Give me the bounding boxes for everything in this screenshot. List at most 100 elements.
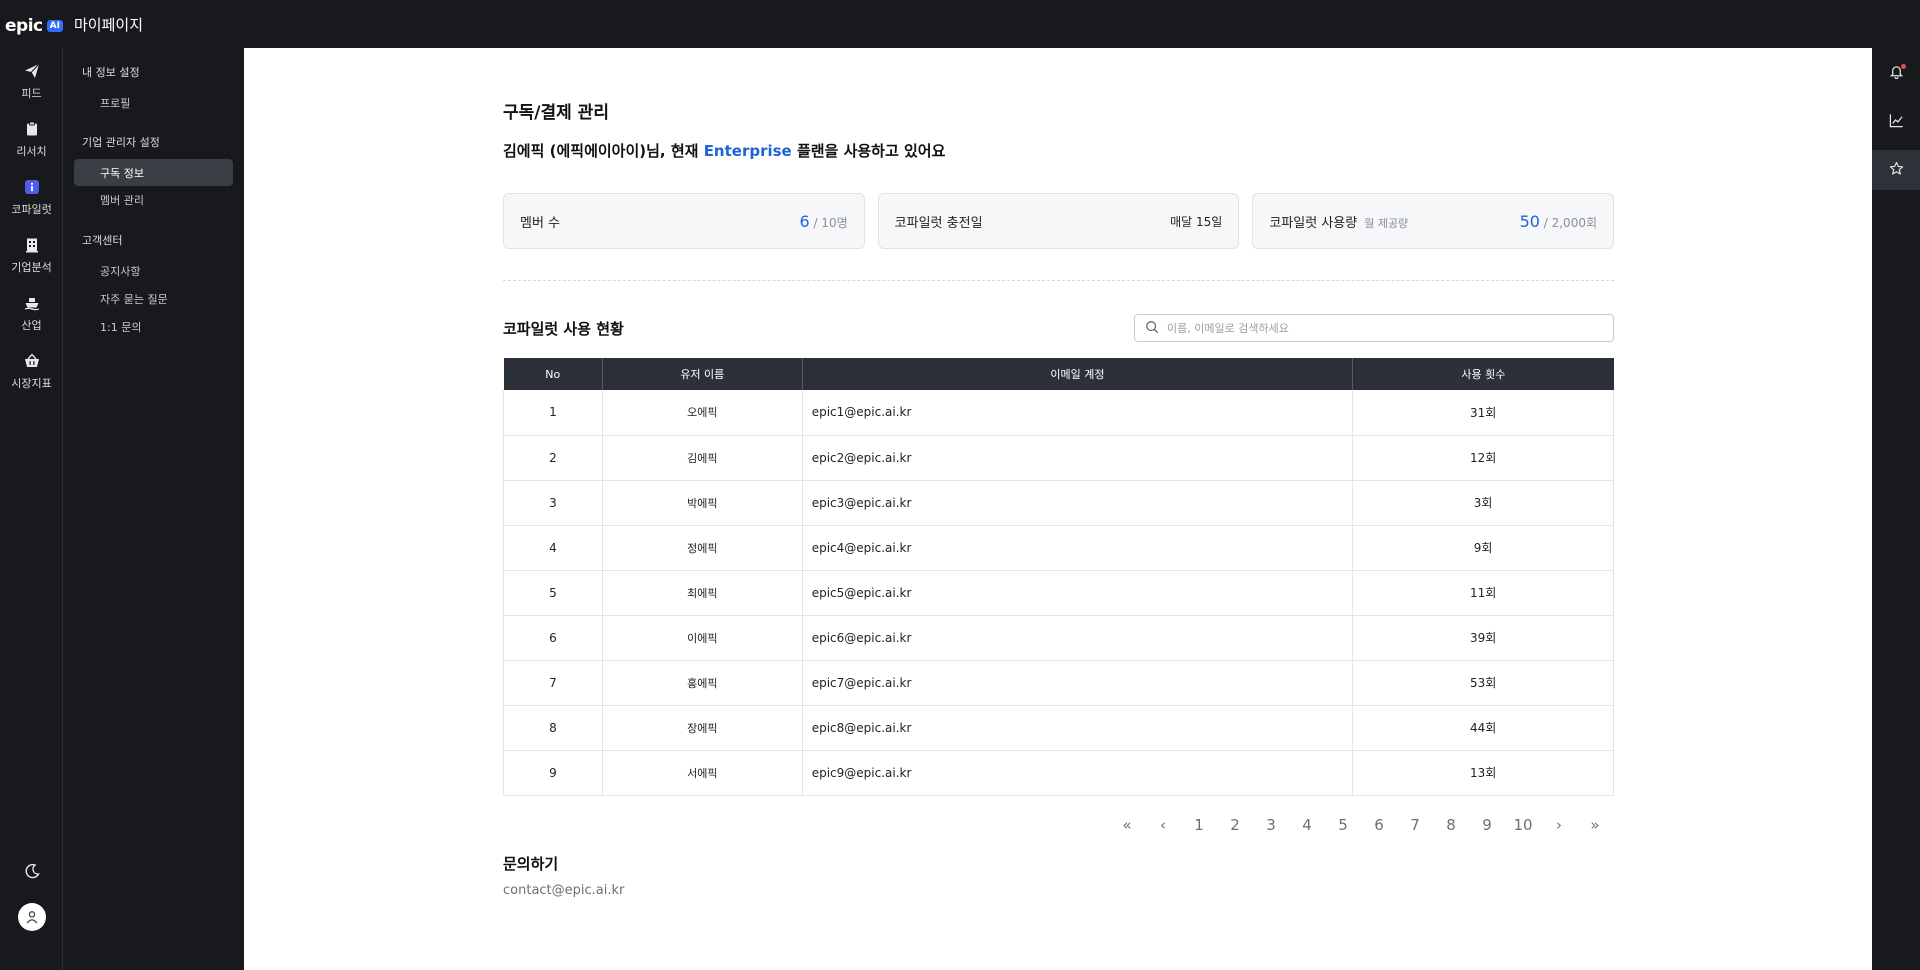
clipboard-icon: [23, 120, 41, 138]
sidebar-item-profile[interactable]: 프로필: [74, 89, 233, 116]
rail-item-company-analysis[interactable]: 기업분석: [0, 236, 63, 275]
card-value: 50 / 2,000회: [1520, 212, 1597, 231]
column-header-name[interactable]: 유저 이름: [602, 358, 803, 390]
paper-plane-icon: [23, 62, 41, 80]
contact-title: 문의하기: [503, 855, 559, 873]
search-box[interactable]: [1134, 314, 1614, 342]
table-row[interactable]: 8 장에픽 epic8@epic.ai.kr 44회: [503, 705, 1614, 751]
page-title: 구독/결제 관리: [503, 103, 609, 123]
page-button-5[interactable]: 5: [1325, 816, 1361, 834]
icon-rail: 피드 리서치 코파일럿 기업분석 산업 시장지표: [0, 48, 63, 970]
rail-item-copilot[interactable]: 코파일럿: [0, 178, 63, 217]
table-row[interactable]: 6 이에픽 epic6@epic.ai.kr 39회: [503, 615, 1614, 661]
rail-item-research[interactable]: 리서치: [0, 120, 63, 159]
page-button-2[interactable]: 2: [1217, 816, 1253, 834]
cell-no: 6: [503, 615, 603, 661]
summary-cards: 멤버 수 6 / 10명 코파일럿 충전일 매달 15일 코파일럿 사용량 월 제…: [503, 193, 1615, 249]
sidebar-item-members[interactable]: 멤버 관리: [74, 186, 233, 213]
basket-icon: [23, 352, 41, 370]
table-row[interactable]: 7 홍에픽 epic7@epic.ai.kr 53회: [503, 660, 1614, 706]
cell-count: 44회: [1352, 705, 1614, 751]
rail-item-industry[interactable]: 산업: [0, 294, 63, 333]
cell-name: 서에픽: [602, 750, 803, 796]
table-row[interactable]: 3 박에픽 epic3@epic.ai.kr 3회: [503, 480, 1614, 526]
member-count-card: 멤버 수 6 / 10명: [503, 193, 865, 249]
last-page-button[interactable]: »: [1577, 816, 1613, 834]
first-page-button[interactable]: «: [1109, 816, 1145, 834]
rail-label: 시장지표: [11, 377, 52, 390]
table-row[interactable]: 2 김에픽 epic2@epic.ai.kr 12회: [503, 435, 1614, 481]
page-button-10[interactable]: 10: [1505, 816, 1541, 834]
ship-icon: [23, 294, 41, 312]
right-rail: [1872, 48, 1920, 970]
cell-email: epic8@epic.ai.kr: [802, 705, 1354, 751]
chart-icon: [1889, 113, 1904, 132]
page-button-8[interactable]: 8: [1433, 816, 1469, 834]
cell-no: 5: [503, 570, 603, 616]
rail-label: 피드: [21, 87, 42, 100]
column-header-no[interactable]: No: [503, 358, 603, 390]
epic-ai-logo[interactable]: epic AI: [5, 16, 63, 36]
contact-email-link[interactable]: contact@epic.ai.kr: [503, 883, 624, 898]
card-sublabel: 월 제공량: [1364, 216, 1409, 230]
table-row[interactable]: 9 서에픽 epic9@epic.ai.kr 13회: [503, 750, 1614, 796]
notification-dot: [1901, 64, 1906, 69]
cell-no: 9: [503, 750, 603, 796]
cell-name: 박에픽: [602, 480, 803, 526]
prev-page-button[interactable]: ‹: [1145, 816, 1181, 834]
sidebar-item-subscription[interactable]: 구독 정보: [74, 159, 233, 186]
top-bar: epic AI 마이페이지: [0, 0, 1920, 48]
profile-button[interactable]: [0, 903, 63, 931]
card-label: 코파일럿 사용량: [1269, 215, 1358, 231]
cell-no: 7: [503, 660, 603, 706]
member-limit: / 10명: [813, 215, 848, 230]
table-row[interactable]: 4 정에픽 epic4@epic.ai.kr 9회: [503, 525, 1614, 571]
cell-no: 4: [503, 525, 603, 571]
page-button-3[interactable]: 3: [1253, 816, 1289, 834]
cell-name: 홍에픽: [602, 660, 803, 706]
theme-toggle[interactable]: [0, 863, 63, 883]
cell-name: 최에픽: [602, 570, 803, 616]
greeting-suffix: 플랜을 사용하고 있어요: [791, 142, 946, 160]
page-button-9[interactable]: 9: [1469, 816, 1505, 834]
cell-email: epic2@epic.ai.kr: [802, 435, 1354, 481]
usage-table: No 유저 이름 이메일 계정 사용 횟수 1 오에픽 epic1@epic.ai.…: [503, 358, 1614, 796]
rail-item-market-indicators[interactable]: 시장지표: [0, 352, 63, 391]
pagination: « ‹ 1 2 3 4 5 6 7 8 9 10 › »: [1109, 816, 1613, 834]
cell-name: 정에픽: [602, 525, 803, 571]
notifications-button[interactable]: [1872, 53, 1920, 93]
page-button-4[interactable]: 4: [1289, 816, 1325, 834]
chart-panel-button[interactable]: [1872, 102, 1920, 142]
card-label-group: 코파일럿 사용량 월 제공량: [1269, 212, 1408, 231]
cell-name: 이에픽: [602, 615, 803, 661]
page-button-1[interactable]: 1: [1181, 816, 1217, 834]
rail-item-feed[interactable]: 피드: [0, 62, 63, 101]
cell-count: 13회: [1352, 750, 1614, 796]
cell-count: 53회: [1352, 660, 1614, 706]
cell-count: 11회: [1352, 570, 1614, 616]
copilot-usage-card: 코파일럿 사용량 월 제공량 50 / 2,000회: [1252, 193, 1615, 249]
rail-label: 산업: [21, 319, 42, 332]
rail-label: 리서치: [16, 145, 47, 158]
cell-name: 장에픽: [602, 705, 803, 751]
column-header-count[interactable]: 사용 횟수: [1352, 358, 1614, 390]
sidebar-item-faq[interactable]: 자주 묻는 질문: [74, 285, 233, 312]
table-row[interactable]: 5 최에픽 epic5@epic.ai.kr 11회: [503, 570, 1614, 616]
main-content: 구독/결제 관리 김에픽 (에픽에이아이)님, 현재 Enterprise 플랜…: [244, 48, 1872, 970]
cell-email: epic9@epic.ai.kr: [802, 750, 1354, 796]
sidebar-item-notices[interactable]: 공지사항: [74, 257, 233, 284]
cell-email: epic7@epic.ai.kr: [802, 660, 1354, 706]
next-page-button[interactable]: ›: [1541, 816, 1577, 834]
page-button-7[interactable]: 7: [1397, 816, 1433, 834]
column-header-email[interactable]: 이메일 계정: [802, 358, 1354, 390]
page-button-6[interactable]: 6: [1361, 816, 1397, 834]
cell-no: 3: [503, 480, 603, 526]
favorites-button[interactable]: [1872, 150, 1920, 190]
sidebar-item-inquiry[interactable]: 1:1 문의: [74, 313, 233, 340]
table-row[interactable]: 1 오에픽 epic1@epic.ai.kr 31회: [503, 390, 1614, 436]
logo-badge: AI: [46, 20, 63, 32]
cell-no: 8: [503, 705, 603, 751]
cell-name: 김에픽: [602, 435, 803, 481]
cell-count: 9회: [1352, 525, 1614, 571]
search-input[interactable]: [1167, 321, 1607, 335]
